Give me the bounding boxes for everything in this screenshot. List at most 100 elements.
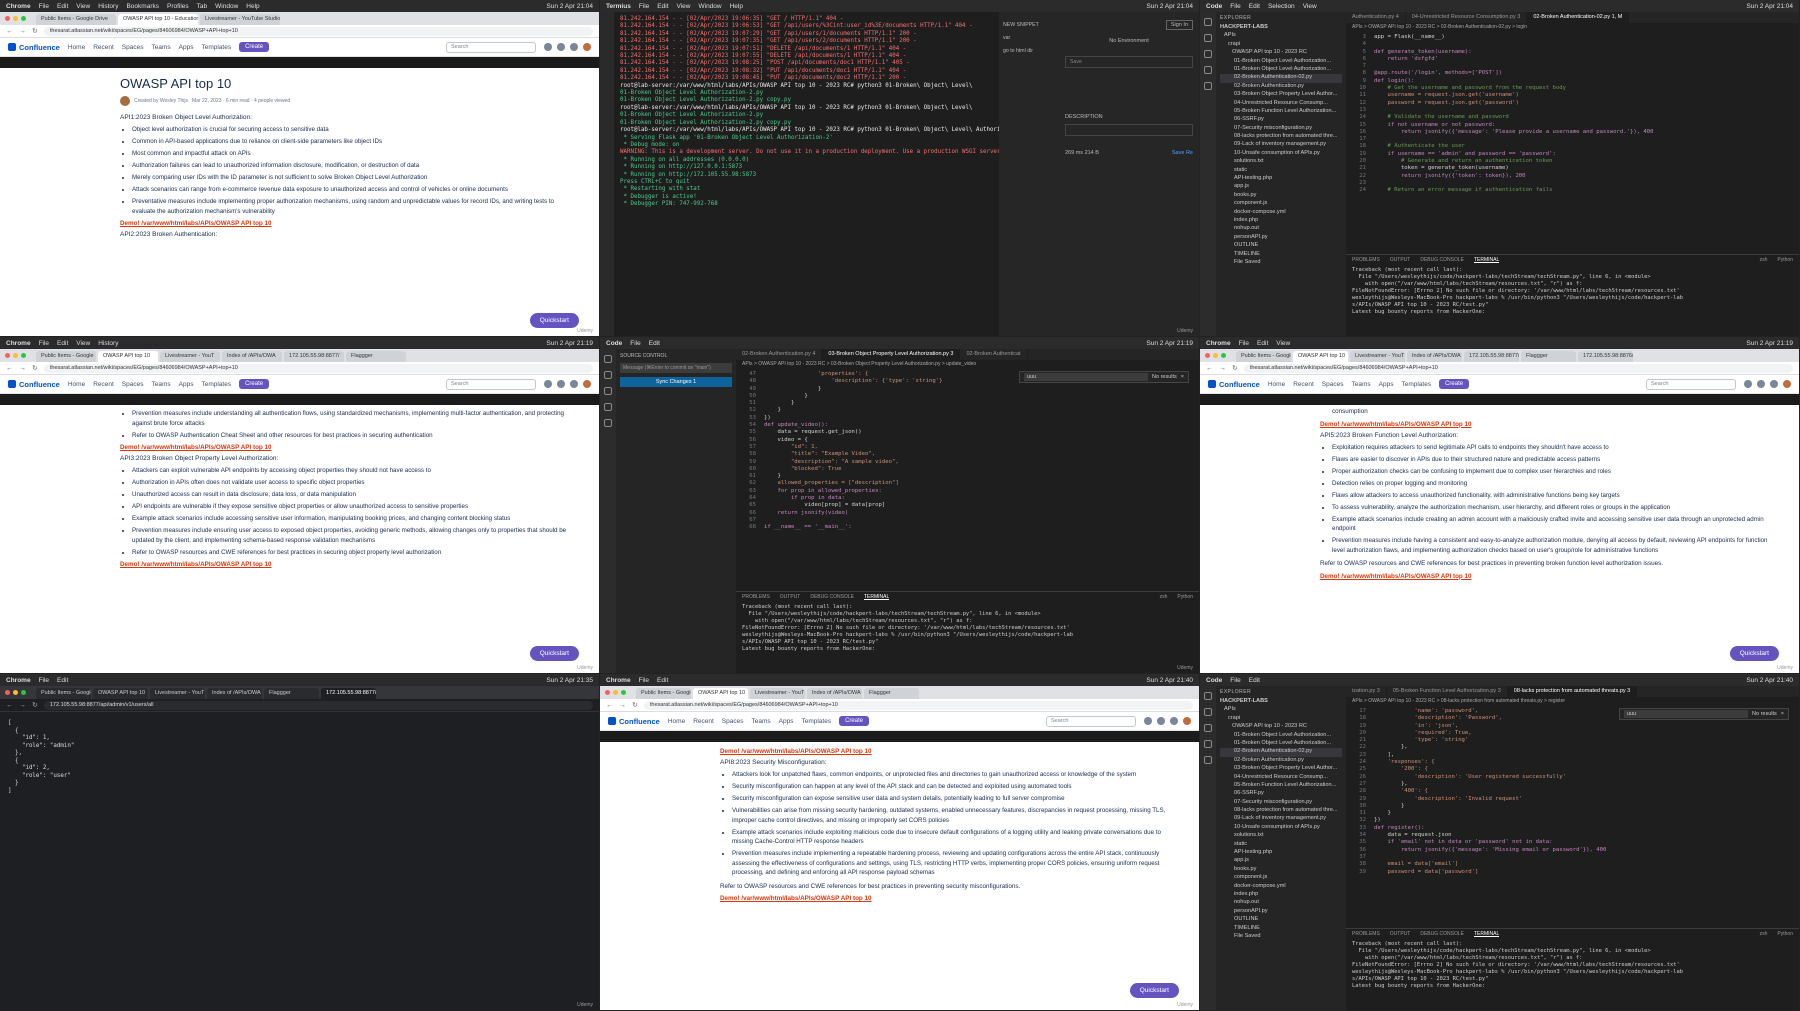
run-debug-icon[interactable] xyxy=(1204,66,1212,74)
explorer-item[interactable]: 03-Broken Object Property Level Author..… xyxy=(1220,91,1342,99)
create-button[interactable]: Create xyxy=(839,716,870,726)
menu-window[interactable]: Window xyxy=(215,3,238,10)
menu-view[interactable]: View xyxy=(1276,340,1290,347)
find-input[interactable]: uuu xyxy=(1624,710,1749,718)
menu-file[interactable]: File xyxy=(1230,677,1240,684)
explorer-item[interactable]: 04-Unrestricted Resource Consump... xyxy=(1220,100,1342,108)
quickstart-button[interactable]: Quickstart xyxy=(1729,646,1779,661)
integrated-terminal[interactable]: Traceback (most recent call last): File … xyxy=(736,602,1199,673)
settings-icon[interactable] xyxy=(570,43,578,51)
breadcrumb[interactable]: APIs > OWASP API top 10 - 2023 RC > 03-B… xyxy=(736,360,1199,369)
menu-history[interactable]: History xyxy=(98,340,118,347)
ssh-terminal[interactable]: 81.242.164.154 - - [02/Apr/2023 19:06:35… xyxy=(614,12,999,336)
explorer-item[interactable]: 03-Broken Object Property Level Author..… xyxy=(1220,765,1342,773)
nav-teams[interactable]: Teams xyxy=(751,718,770,725)
menu-view[interactable]: View xyxy=(76,3,90,10)
nav-apps[interactable]: Apps xyxy=(779,718,794,725)
panel-tab-output[interactable]: OUTPUT xyxy=(780,594,801,600)
explorer-item[interactable]: static xyxy=(1220,841,1342,849)
editor-tab-active[interactable]: 08-lacks protection from automated threa… xyxy=(1507,686,1638,697)
search-input[interactable]: Search xyxy=(1646,378,1736,390)
extensions-icon[interactable] xyxy=(604,419,612,427)
demo-link[interactable]: Demo! /var/www/html/labs/APIs/OWASP API … xyxy=(720,895,1169,902)
explorer-item[interactable]: app.js xyxy=(1220,857,1342,865)
menu-profiles[interactable]: Profiles xyxy=(167,3,189,10)
explorer-item[interactable]: nohup.out xyxy=(1220,225,1342,233)
workspace-root[interactable]: HACKPERT-LABS xyxy=(1220,698,1342,706)
nav-home[interactable]: Home xyxy=(1268,381,1285,388)
create-button[interactable]: Create xyxy=(239,42,270,52)
panel-tab-problems[interactable]: PROBLEMS xyxy=(1352,257,1380,263)
nav-teams[interactable]: Teams xyxy=(151,44,170,51)
tab-youtube[interactable]: Livestreamer - YouT xyxy=(160,351,220,362)
forward-icon[interactable]: → xyxy=(619,702,626,709)
menu-file[interactable]: File xyxy=(39,340,49,347)
reload-icon[interactable]: ↻ xyxy=(1232,364,1238,372)
explorer-item[interactable]: TIMELINE xyxy=(1220,251,1342,259)
menu-history[interactable]: History xyxy=(98,3,118,10)
shell-python[interactable]: Python xyxy=(1777,257,1793,263)
tab-owasp[interactable]: OWASP API top 10 xyxy=(98,351,158,362)
explorer-item[interactable]: 09-Lack of inventory management.py xyxy=(1220,815,1342,823)
explorer-item[interactable]: 10-Unsafe consumption of APIs.py xyxy=(1220,150,1342,158)
search-icon[interactable] xyxy=(1204,708,1212,716)
menu-file[interactable]: File xyxy=(39,677,49,684)
editor-tab-active[interactable]: 02-Broken Authentication-02.py 1, M xyxy=(1527,12,1630,23)
address-input[interactable]: 172.105.55.98:8877/api/admin/v1/users/al… xyxy=(43,700,593,710)
explorer-item[interactable]: personAPI.py xyxy=(1220,234,1342,242)
explorer-item[interactable]: index.php xyxy=(1220,891,1342,899)
explorer-item[interactable]: File Saved xyxy=(1220,933,1342,941)
nav-templates[interactable]: Templates xyxy=(1401,381,1431,388)
menu-code[interactable]: Code xyxy=(1206,677,1222,684)
demo-link[interactable]: Demo! /var/www/html/labs/APIs/OWASP API … xyxy=(120,561,569,568)
panel-tab-output[interactable]: OUTPUT xyxy=(1390,931,1411,937)
profile-avatar[interactable] xyxy=(1783,380,1791,388)
nav-recent[interactable]: Recent xyxy=(1293,381,1314,388)
menu-edit[interactable]: Edit xyxy=(57,3,68,10)
notification-icon[interactable] xyxy=(544,43,552,51)
explorer-item[interactable]: 09-Lack of inventory management.py xyxy=(1220,141,1342,149)
confluence-logo[interactable]: Confluence xyxy=(8,43,60,52)
tab-index[interactable]: Index of /APIs/OWA xyxy=(1407,351,1462,362)
menu-termius[interactable]: Termius xyxy=(606,3,631,10)
explorer-item[interactable]: component.js xyxy=(1220,874,1342,882)
menu-code[interactable]: Code xyxy=(606,340,622,347)
run-debug-icon[interactable] xyxy=(1204,740,1212,748)
menu-file[interactable]: File xyxy=(1239,340,1249,347)
create-button[interactable]: Create xyxy=(239,379,270,389)
help-icon[interactable] xyxy=(557,380,565,388)
settings-icon[interactable] xyxy=(1170,717,1178,725)
menu-edit[interactable]: Edit xyxy=(1249,3,1260,10)
demo-link[interactable]: Demo! /var/www/html/labs/APIs/OWASP API … xyxy=(1320,573,1769,580)
tab-drive[interactable]: Public Items - Google xyxy=(36,351,96,362)
close-icon[interactable]: × xyxy=(1781,711,1784,717)
new-snippet-button[interactable]: NEW SNIPPET xyxy=(1003,22,1055,28)
address-input[interactable]: thesarat.atlassian.net/wiki/spaces/EG/pa… xyxy=(43,363,593,373)
integrated-terminal[interactable]: Traceback (most recent call last): File … xyxy=(1346,265,1799,336)
tab-flaggger[interactable]: Flaggger xyxy=(864,688,919,699)
menu-edit[interactable]: Edit xyxy=(57,340,68,347)
nav-home[interactable]: Home xyxy=(68,44,85,51)
quickstart-button[interactable]: Quickstart xyxy=(529,313,579,328)
explorer-item[interactable]: 10-Unsafe consumption of APIs.py xyxy=(1220,824,1342,832)
explorer-item[interactable]: solutions.txt xyxy=(1220,832,1342,840)
confluence-logo[interactable]: Confluence xyxy=(608,717,660,726)
tab-flaggger[interactable]: Flaggger xyxy=(264,688,319,699)
source-control-icon[interactable] xyxy=(1204,724,1212,732)
notification-icon[interactable] xyxy=(1144,717,1152,725)
explorer-item[interactable]: docker-compose.yml xyxy=(1220,883,1342,891)
explorer-item[interactable]: APIs xyxy=(1220,32,1342,40)
profile-avatar[interactable] xyxy=(583,380,591,388)
tab-index[interactable]: Index of /APIs/OWA xyxy=(207,688,262,699)
tab-drive[interactable]: Public Items - Google xyxy=(36,688,91,699)
tab-index[interactable]: Index of /APIs/OWA xyxy=(807,688,862,699)
save-response-button[interactable]: Save Re xyxy=(1172,150,1193,156)
forward-icon[interactable]: → xyxy=(19,365,26,372)
tab-youtube[interactable]: Livestreamer - YouT xyxy=(750,688,805,699)
panel-tab-problems[interactable]: PROBLEMS xyxy=(742,594,770,600)
help-icon[interactable] xyxy=(1157,717,1165,725)
menu-view[interactable]: View xyxy=(1303,3,1317,10)
panel-tab-terminal[interactable]: TERMINAL xyxy=(863,594,890,600)
tab-drive[interactable]: Public Items - Google Drive xyxy=(36,14,116,25)
explorer-item[interactable]: 04-Unrestricted Resource Consump... xyxy=(1220,774,1342,782)
